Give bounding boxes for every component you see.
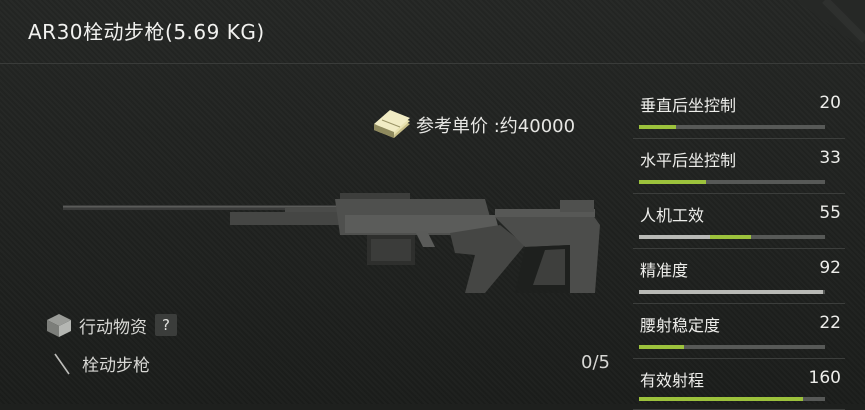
item-title: AR30栓动步枪(5.69 KG) [28,20,265,44]
stat-row: 垂直后坐控制 20 [633,84,845,139]
stat-bar-base [639,235,710,239]
stat-label: 垂直后坐控制 [640,96,737,115]
stat-bar-fill [639,397,803,401]
stat-label: 腰射稳定度 [640,316,721,335]
stat-row: 有效射程 160 [633,359,845,410]
stat-bar [639,125,825,129]
stat-bar-fill [639,290,824,294]
stat-row: 腰射稳定度 22 [633,304,845,359]
stat-label: 人机工效 [640,206,705,225]
slash-icon [54,353,70,374]
stat-value: 22 [819,313,841,333]
stat-label: 精准度 [640,261,689,280]
stat-label: 水平后坐控制 [640,151,737,170]
stat-bar-fill [639,180,706,184]
box-icon [47,314,71,337]
category-row: 行动物资 ? [45,312,177,338]
stat-row: 精准度 92 [633,249,845,304]
category-label: 行动物资 [79,317,147,338]
stat-value: 33 [819,148,841,168]
title-divider [0,63,865,64]
stat-row: 水平后坐控制 33 [633,139,845,194]
stat-bar-fill [639,345,684,349]
stat-bar-fill [709,235,751,239]
stats-panel: 垂直后坐控制 20 水平后坐控制 33 人机工效 55 精准度 92 腰射稳定度… [633,84,845,410]
stat-bar [639,235,825,239]
stat-row: 人机工效 55 [633,194,845,249]
stat-value: 20 [819,93,841,113]
ammo-count: 0/5 [581,352,610,373]
stat-bar-fill [639,125,677,129]
help-button[interactable]: ? [155,314,177,336]
cash-stack-icon [374,110,410,138]
stat-value: 160 [808,368,841,388]
stat-bar [639,180,825,184]
reference-price: 参考单价 :约40000 [372,110,575,140]
corner-decoration [795,0,865,50]
stat-value: 92 [819,258,841,278]
stat-label: 有效射程 [640,371,705,390]
subtype-label: 栓动步枪 [82,356,150,376]
weapon-subtype-row: 栓动步枪 [52,351,150,376]
stat-bar [639,345,825,349]
stat-bar [639,397,825,401]
rifle-image [63,193,600,293]
price-label: 参考单价 :约40000 [416,116,576,137]
stat-value: 55 [819,203,841,223]
stat-bar [639,290,825,294]
